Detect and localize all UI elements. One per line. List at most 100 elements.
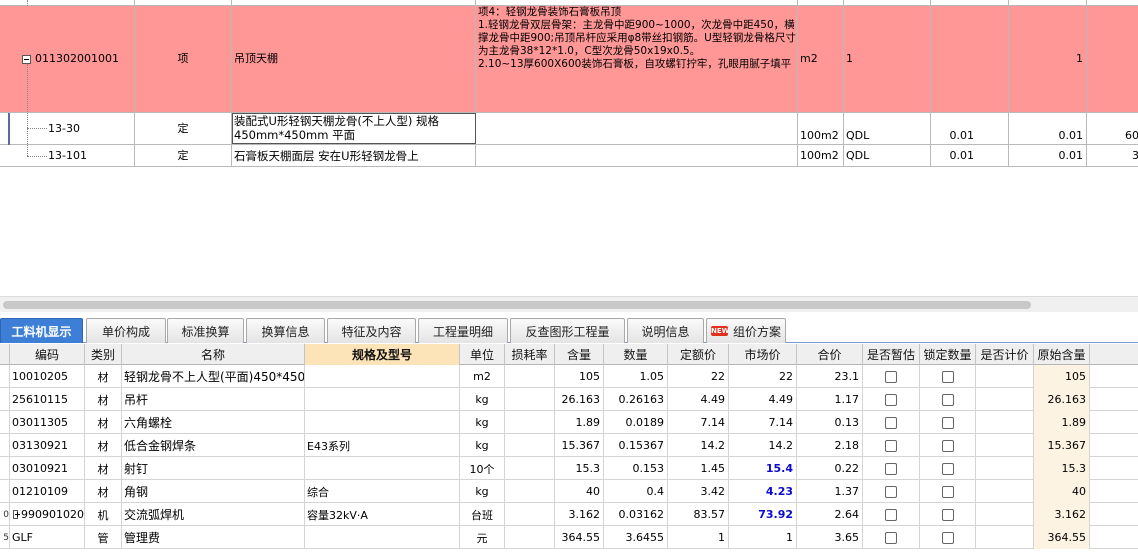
total-cell[interactable]: 2.64 [797, 503, 863, 526]
provisional-checkbox[interactable] [885, 462, 897, 475]
code-cell[interactable]: 01210109 [10, 480, 85, 503]
item-unit-cell[interactable]: m2 [798, 6, 844, 112]
market-price-cell[interactable]: 14.2 [729, 434, 797, 457]
category-cell[interactable]: 材 [85, 434, 122, 457]
code-cell[interactable]: 03011305 [10, 411, 85, 434]
item-type-cell[interactable]: 项 [135, 6, 232, 112]
header-loss-rate[interactable]: 损耗率 [505, 344, 555, 365]
item-name-cell[interactable]: 吊顶天棚 [232, 6, 476, 112]
table-row[interactable]: 13-30 定 装配式U形轻钢天棚龙骨(不上人型) 规格450mm*450mm … [0, 113, 1138, 145]
lock-qty-checkbox[interactable] [941, 508, 954, 521]
total-cell[interactable]: 1.37 [797, 480, 863, 503]
provisional-checkbox[interactable] [885, 393, 897, 406]
item-type-cell[interactable]: 定 [135, 145, 232, 166]
spec-cell[interactable] [305, 411, 460, 434]
unit-cell[interactable]: kg [460, 480, 505, 503]
tab-reverse-graphic-quantity[interactable]: 反查图形工程量 [510, 318, 625, 343]
total-cell[interactable]: 1.17 [797, 388, 863, 411]
quantity-cell[interactable]: 0.4 [604, 480, 668, 503]
content-cell[interactable]: 3.162 [555, 503, 604, 526]
name-cell[interactable]: 低合金钢焊条 [122, 434, 305, 457]
orig-content-cell[interactable]: 15.3 [1034, 457, 1090, 480]
tab-quantity-details[interactable]: 工程量明细 [418, 318, 508, 343]
spec-cell[interactable]: 综合 [305, 480, 460, 503]
content-cell[interactable]: 105 [555, 365, 604, 388]
item-price-cell[interactable] [1087, 6, 1138, 112]
total-cell[interactable]: 0.22 [797, 457, 863, 480]
category-cell[interactable]: 材 [85, 480, 122, 503]
priced-cell[interactable] [976, 434, 1034, 457]
code-cell[interactable]: 990901020 [10, 503, 85, 526]
code-cell[interactable]: 03130921 [10, 434, 85, 457]
quota-price-cell[interactable]: 83.57 [668, 503, 729, 526]
lock-qty-checkbox[interactable] [941, 416, 954, 429]
tab-description-info[interactable]: 说明信息 [627, 318, 704, 343]
orig-content-cell[interactable]: 1.89 [1034, 411, 1090, 434]
spec-cell[interactable] [305, 526, 460, 549]
provisional-checkbox[interactable] [885, 370, 897, 383]
header-code[interactable]: 编码 [10, 344, 85, 365]
priced-cell[interactable] [976, 411, 1034, 434]
tab-pricing-plan[interactable]: NEW 组价方案 [706, 318, 786, 343]
item-qty-cell[interactable] [931, 6, 1009, 112]
quota-price-cell[interactable]: 14.2 [668, 434, 729, 457]
category-cell[interactable]: 材 [85, 365, 122, 388]
loss-rate-cell[interactable] [505, 503, 555, 526]
item-unit-cell[interactable]: 100m2 [798, 145, 844, 166]
item-code-cell[interactable]: 011302001001 [10, 6, 135, 112]
total-cell[interactable]: 2.18 [797, 434, 863, 457]
loss-rate-cell[interactable] [505, 388, 555, 411]
loss-rate-cell[interactable] [505, 480, 555, 503]
header-lock-qty[interactable]: 锁定数量 [920, 344, 976, 365]
spec-cell[interactable]: 容量32kV·A [305, 503, 460, 526]
name-cell[interactable]: 管理费 [122, 526, 305, 549]
spec-cell[interactable] [305, 457, 460, 480]
orig-content-cell[interactable]: 364.55 [1034, 526, 1090, 549]
spec-cell[interactable]: E43系列 [305, 434, 460, 457]
quantity-cell[interactable]: 3.6455 [604, 526, 668, 549]
quantity-cell[interactable]: 0.15367 [604, 434, 668, 457]
content-cell[interactable]: 364.55 [555, 526, 604, 549]
header-quantity[interactable]: 数量 [604, 344, 668, 365]
header-category[interactable]: 类别 [85, 344, 122, 365]
tab-features-content[interactable]: 特征及内容 [327, 318, 416, 343]
content-cell[interactable]: 26.163 [555, 388, 604, 411]
table-row[interactable]: 10010205 材轻钢龙骨不上人型(平面)450*450 m2 105 1.05 22 2… [0, 365, 1138, 388]
priced-cell[interactable] [976, 365, 1034, 388]
quota-price-cell[interactable]: 1 [668, 526, 729, 549]
market-price-cell[interactable]: 73.92 [729, 503, 797, 526]
tab-standard-conversion[interactable]: 标准换算 [167, 318, 244, 343]
lock-qty-checkbox[interactable] [941, 439, 954, 452]
item-qty-cell[interactable]: 0.01 [931, 145, 1009, 166]
header-market-price[interactable]: 市场价 [729, 344, 797, 365]
unit-cell[interactable]: 10个 [460, 457, 505, 480]
lock-qty-checkbox[interactable] [941, 531, 954, 544]
total-cell[interactable]: 0.13 [797, 411, 863, 434]
header-quota-price[interactable]: 定额价 [668, 344, 729, 365]
market-price-cell[interactable]: 22 [729, 365, 797, 388]
orig-content-cell[interactable]: 3.162 [1034, 503, 1090, 526]
header-orig-content[interactable]: 原始含量 [1034, 344, 1090, 365]
priced-cell[interactable] [976, 526, 1034, 549]
lock-qty-checkbox[interactable] [941, 462, 954, 475]
content-cell[interactable]: 40 [555, 480, 604, 503]
loss-rate-cell[interactable] [505, 526, 555, 549]
priced-cell[interactable] [976, 503, 1034, 526]
code-cell[interactable]: 10010205 [10, 365, 85, 388]
code-cell[interactable]: GLF [10, 526, 85, 549]
name-cell[interactable]: 角钢 [122, 480, 305, 503]
table-row[interactable]: 5 GLF 管管理费元 364.55 3.6455 1 1 3.65 364.55 [0, 526, 1138, 549]
item-name-cell[interactable]: 石膏板天棚面层 安在U形轻钢龙骨上 [232, 145, 476, 166]
quantity-cell[interactable]: 1.05 [604, 365, 668, 388]
provisional-checkbox[interactable] [885, 439, 897, 452]
item-qty2-cell[interactable]: 0.01 [1009, 113, 1087, 144]
table-row[interactable]: 011302001001 项 吊顶天棚 项4：轻钢龙骨装饰石膏板吊顶 1.轻钢龙… [0, 6, 1138, 113]
item-expr-cell[interactable]: QDL [844, 113, 931, 144]
loss-rate-cell[interactable] [505, 365, 555, 388]
total-cell[interactable]: 3.65 [797, 526, 863, 549]
quota-price-cell[interactable]: 7.14 [668, 411, 729, 434]
priced-cell[interactable] [976, 388, 1034, 411]
item-features-cell[interactable]: 项4：轻钢龙骨装饰石膏板吊顶 1.轻钢龙骨双层骨架：主龙骨中距900~1000，… [476, 6, 798, 112]
name-cell[interactable]: 吊杆 [122, 388, 305, 411]
loss-rate-cell[interactable] [505, 457, 555, 480]
